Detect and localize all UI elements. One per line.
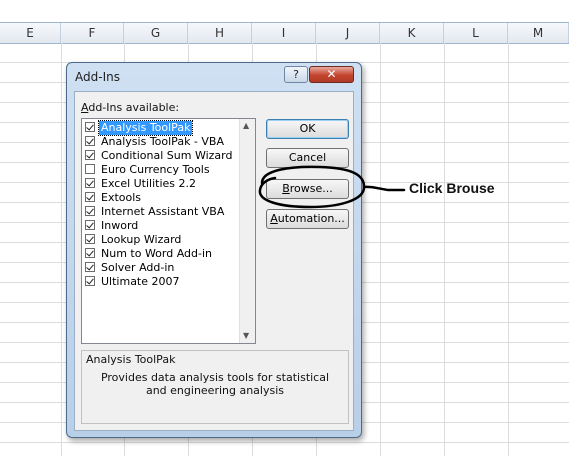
list-item-extools[interactable]: Extools: [85, 191, 143, 205]
checkbox[interactable]: [85, 164, 95, 174]
column-header-m[interactable]: M: [508, 23, 569, 43]
help-icon: ?: [293, 68, 299, 81]
scroll-up-arrow-icon[interactable]: ▲: [243, 121, 249, 130]
column-header-i[interactable]: I: [252, 23, 316, 43]
column-header-g[interactable]: G: [124, 23, 188, 43]
column-header-e[interactable]: E: [0, 23, 61, 43]
grid-line: [0, 442, 569, 443]
ok-button[interactable]: OK: [266, 119, 349, 139]
grid-line: [61, 43, 62, 456]
column-header-l[interactable]: L: [444, 23, 508, 43]
checkbox[interactable]: [85, 262, 95, 272]
list-item-conditional-sum-wizard[interactable]: Conditional Sum Wizard: [85, 149, 234, 163]
list-item-lookup-wizard[interactable]: Lookup Wizard: [85, 233, 183, 247]
checkbox[interactable]: [85, 136, 95, 146]
column-header-h[interactable]: H: [188, 23, 252, 43]
column-header-j[interactable]: J: [316, 23, 380, 43]
annotation-label: Click Brouse: [409, 180, 495, 196]
list-item-internet-assistant-vba[interactable]: Internet Assistant VBA: [85, 205, 226, 219]
close-icon: ✕: [326, 67, 337, 81]
add-ins-dialog: Add-Ins ? ✕ Add-Ins available: Analysis …: [66, 62, 362, 438]
column-header-row: E F G H I J K L M: [0, 22, 569, 44]
close-button[interactable]: ✕: [309, 66, 354, 83]
column-header-f[interactable]: F: [61, 23, 124, 43]
dialog-titlebar[interactable]: Add-Ins ? ✕: [67, 63, 361, 91]
checkbox[interactable]: [85, 276, 95, 286]
list-item-analysis-toolpak[interactable]: Analysis ToolPak: [85, 120, 194, 136]
checkbox[interactable]: [85, 150, 95, 160]
browse-button[interactable]: Browse...: [266, 179, 349, 199]
description-title: Analysis ToolPak: [86, 353, 176, 366]
checkbox[interactable]: [85, 206, 95, 216]
list-item-excel-utilities[interactable]: Excel Utilities 2.2: [85, 177, 198, 191]
automation-button[interactable]: Automation...: [266, 209, 349, 229]
listbox-scrollbar[interactable]: ▲ ▼: [239, 119, 255, 343]
add-ins-listbox[interactable]: Analysis ToolPak Analysis ToolPak - VBA …: [81, 118, 256, 344]
cancel-button[interactable]: Cancel: [266, 148, 349, 168]
dialog-title: Add-Ins: [75, 70, 120, 84]
description-text: Provides data analysis tools for statist…: [100, 371, 330, 397]
list-item-euro-currency-tools[interactable]: Euro Currency Tools: [85, 163, 212, 177]
checkbox[interactable]: [85, 192, 95, 202]
checkbox[interactable]: [85, 234, 95, 244]
dialog-body: Add-Ins available: Analysis ToolPak Anal…: [74, 91, 354, 431]
list-item-inword[interactable]: Inword: [85, 219, 140, 233]
list-item-solver-add-in[interactable]: Solver Add-in: [85, 261, 176, 275]
add-ins-available-label: Add-Ins available:: [81, 101, 180, 114]
description-group: Analysis ToolPak Provides data analysis …: [81, 350, 349, 424]
checkbox[interactable]: [85, 122, 95, 132]
list-item-ultimate-2007[interactable]: Ultimate 2007: [85, 275, 182, 289]
grid-line: [380, 43, 381, 456]
help-button[interactable]: ?: [284, 66, 308, 83]
column-header-k[interactable]: K: [380, 23, 444, 43]
scroll-down-arrow-icon[interactable]: ▼: [243, 331, 249, 340]
grid-line: [508, 43, 509, 456]
list-item-analysis-toolpak-vba[interactable]: Analysis ToolPak - VBA: [85, 135, 226, 149]
checkbox[interactable]: [85, 248, 95, 258]
grid-line: [444, 43, 445, 456]
checkbox[interactable]: [85, 178, 95, 188]
checkbox[interactable]: [85, 220, 95, 230]
list-item-num-to-word[interactable]: Num to Word Add-in: [85, 247, 214, 261]
